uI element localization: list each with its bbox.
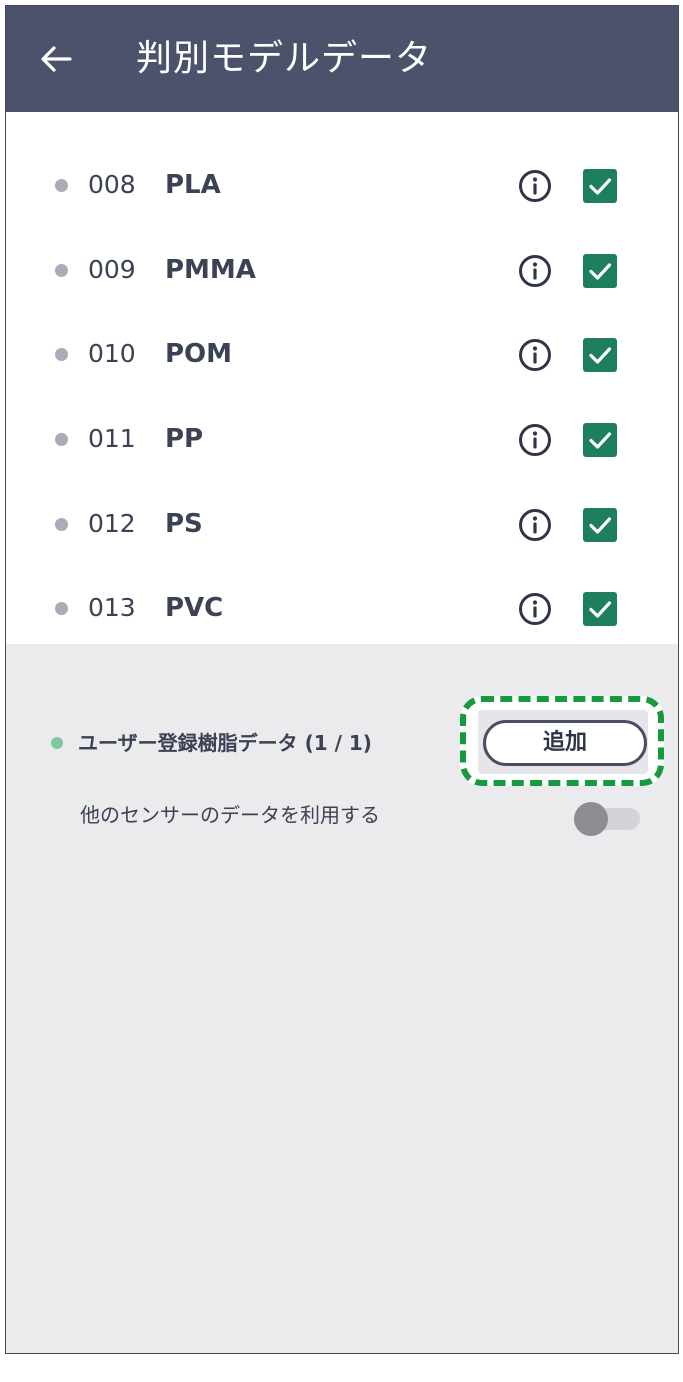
- checkmark-icon: [589, 178, 612, 195]
- checkmark-icon: [589, 347, 612, 364]
- sensor-toggle-label: 他のセンサーのデータを利用する: [80, 803, 380, 827]
- bullet-dot: [55, 264, 68, 277]
- model-checkbox[interactable]: [583, 592, 617, 626]
- model-row: 011 PP: [6, 397, 678, 482]
- model-row: 008 PLA: [6, 143, 678, 228]
- checkmark-icon: [589, 517, 612, 534]
- model-code: 012: [88, 509, 136, 538]
- model-row: 010 POM: [6, 312, 678, 397]
- model-name: PS: [165, 509, 203, 539]
- bullet-dot: [55, 348, 68, 361]
- app-screen: 判別モデルデータ 008 PLA 009 PMMA 010 POM 011 PP…: [5, 5, 679, 1354]
- bullet-dot: [55, 518, 68, 531]
- add-button[interactable]: 追加: [483, 720, 647, 766]
- info-icon[interactable]: [518, 254, 552, 288]
- info-icon[interactable]: [518, 592, 552, 626]
- model-checkbox[interactable]: [583, 169, 617, 203]
- model-code: 011: [88, 424, 136, 453]
- model-code: 013: [88, 593, 136, 622]
- model-row: 013 PVC: [6, 566, 678, 651]
- model-name: PP: [165, 424, 204, 454]
- model-checkbox[interactable]: [583, 254, 617, 288]
- model-checkbox[interactable]: [583, 338, 617, 372]
- back-button[interactable]: [36, 39, 76, 79]
- info-icon[interactable]: [518, 423, 552, 457]
- info-icon[interactable]: [518, 338, 552, 372]
- bullet-dot: [55, 433, 68, 446]
- checkmark-icon: [589, 432, 612, 449]
- model-name: PMMA: [165, 255, 256, 285]
- model-code: 008: [88, 170, 136, 199]
- bullet-dot: [55, 179, 68, 192]
- arrow-left-icon: [41, 46, 72, 72]
- user-data-dot: [51, 737, 63, 749]
- user-data-section: ユーザー登録樹脂データ (1 / 1) 追加 他のセンサーのデータを利用する: [6, 644, 678, 1353]
- model-row: 009 PMMA: [6, 228, 678, 313]
- model-code: 009: [88, 255, 136, 284]
- info-icon[interactable]: [518, 508, 552, 542]
- app-bar: 判別モデルデータ: [6, 6, 678, 112]
- model-row: 012 PS: [6, 482, 678, 567]
- info-icon[interactable]: [518, 169, 552, 203]
- checkmark-icon: [589, 601, 612, 618]
- model-name: PLA: [165, 170, 221, 200]
- model-name: POM: [165, 339, 233, 369]
- model-checkbox[interactable]: [583, 508, 617, 542]
- checkmark-icon: [589, 263, 612, 280]
- toggle-knob: [574, 802, 608, 836]
- model-list: 008 PLA 009 PMMA 010 POM 011 PP 012 PS 0…: [6, 112, 678, 644]
- model-code: 010: [88, 339, 136, 368]
- user-data-label: ユーザー登録樹脂データ (1 / 1): [78, 731, 372, 755]
- sensor-toggle[interactable]: [574, 802, 644, 836]
- model-checkbox[interactable]: [583, 423, 617, 457]
- page-title: 判別モデルデータ: [136, 38, 433, 79]
- bullet-dot: [55, 602, 68, 615]
- model-name: PVC: [165, 593, 224, 623]
